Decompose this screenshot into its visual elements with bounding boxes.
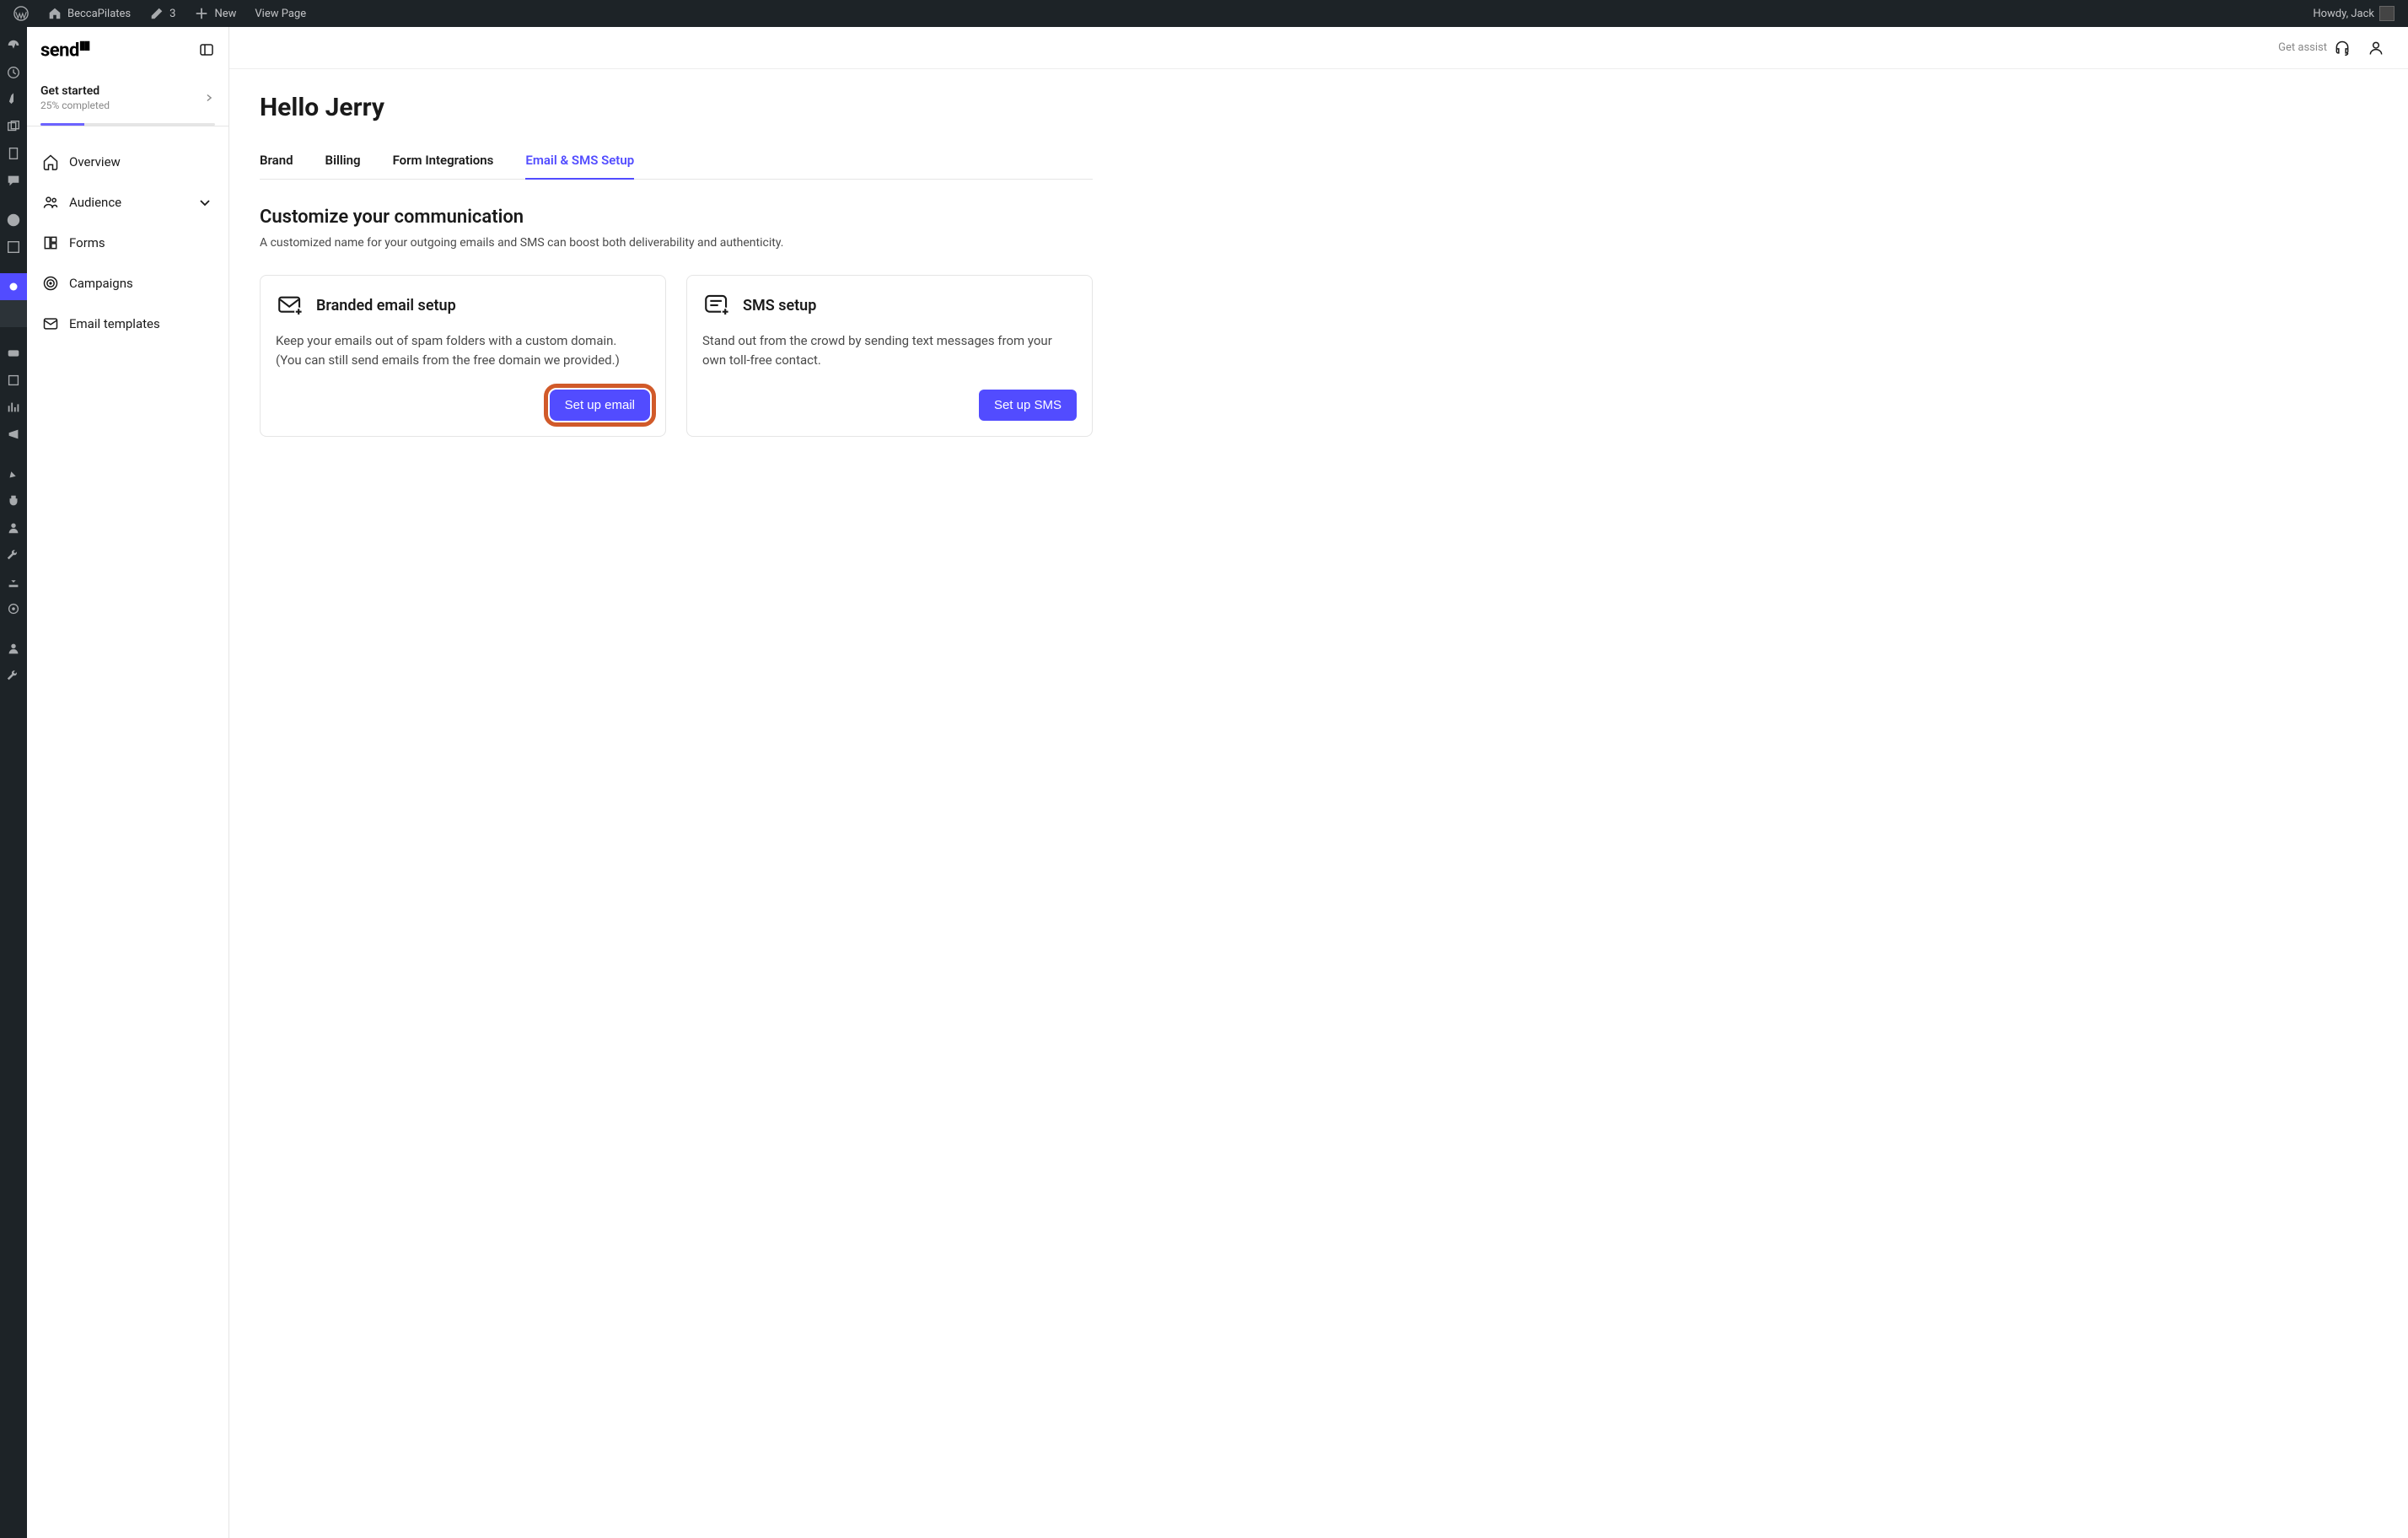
content-area: Get assist Hello Jerry Brand Billing For… [229,27,2408,1538]
wp-menu-plugins[interactable] [0,487,27,514]
wp-menu-profile[interactable] [0,635,27,662]
plus-icon [194,6,209,21]
content-topbar: Get assist [229,27,2408,69]
tab-brand[interactable]: Brand [260,143,293,180]
nav-overview[interactable]: Overview [34,142,222,182]
wp-menu-send-active[interactable] [0,273,27,300]
nav-email-templates[interactable]: Email templates [34,304,222,344]
get-started-subtitle: 25% completed [40,99,110,111]
chevron-down-icon [196,194,213,211]
sms-setup-card: SMS setup Stand out from the crowd by se… [686,275,1093,437]
nav-label: Audience [69,195,121,210]
tabs: Brand Billing Form Integrations Email & … [260,143,1093,180]
new-label: New [214,8,236,20]
nav-campaigns[interactable]: Campaigns [34,263,222,304]
nav-label: Forms [69,235,105,250]
card-body: Keep your emails out of spam folders wit… [276,331,650,369]
forms-icon [42,234,59,251]
nav-audience[interactable]: Audience [34,182,222,223]
edit-icon [149,6,164,21]
wp-logo[interactable] [7,0,35,27]
wp-admin-bar: BeccaPilates 3 New View Page Howdy, Jack [0,0,2408,27]
home-icon [42,153,59,170]
wp-menu-send-sub[interactable] [0,300,27,327]
wp-menu-pages[interactable] [0,140,27,167]
tab-billing[interactable]: Billing [325,143,361,180]
wp-site-link[interactable]: BeccaPilates [40,0,137,27]
wp-menu-analytics[interactable] [0,394,27,421]
wp-menu-import[interactable] [0,568,27,595]
tab-form-integrations[interactable]: Form Integrations [393,143,494,180]
wp-menu-collapse[interactable] [0,662,27,689]
wp-menu-comments[interactable] [0,167,27,194]
howdy-text: Howdy, Jack [2313,8,2374,20]
wp-menu-dashboard[interactable] [0,32,27,59]
users-icon [42,194,59,211]
wp-edit-link[interactable]: 3 [142,0,182,27]
wp-account-link[interactable]: Howdy, Jack [2306,0,2401,27]
headset-icon [2334,40,2351,56]
get-started-link[interactable]: Get started 25% completed [27,73,228,126]
nav-label: Overview [69,154,121,169]
progress-bar [40,123,215,126]
tab-email-sms-setup[interactable]: Email & SMS Setup [525,143,634,180]
setup-email-button[interactable]: Set up email [550,390,650,421]
wp-menu-elementor[interactable] [0,207,27,234]
wp-menu-appearance[interactable] [0,460,27,487]
wordpress-icon [13,6,29,21]
sms-plus-icon [702,291,731,320]
card-body: Stand out from the crowd by sending text… [702,331,1077,369]
wp-new-link[interactable]: New [187,0,243,27]
branded-email-card: Branded email setup Keep your emails out… [260,275,666,437]
panel-toggle-icon[interactable] [198,41,215,58]
section-title: Customize your communication [260,207,1093,228]
wp-menu-settings[interactable] [0,595,27,622]
card-title: Branded email setup [316,297,456,315]
wp-view-page[interactable]: View Page [248,0,313,27]
wp-menu-tools[interactable] [0,541,27,568]
get-assist-link[interactable]: Get assist [2278,40,2351,56]
target-icon [42,275,59,292]
chevron-right-icon [203,92,215,104]
wp-admin-menu [0,27,27,1538]
setup-sms-button[interactable]: Set up SMS [979,390,1077,421]
page-title: Hello Jerry [260,93,1093,122]
wp-menu-marketing[interactable] [0,421,27,448]
avatar-icon [2379,6,2395,21]
send-logo: send▮▮ [40,39,89,61]
section-subtitle: A customized name for your outgoing emai… [260,236,1093,250]
mail-icon [42,315,59,332]
card-title: SMS setup [743,297,816,315]
wp-menu-templates[interactable] [0,234,27,261]
nav-label: Email templates [69,316,160,331]
home-icon [47,6,62,21]
get-started-title: Get started [40,84,110,98]
wp-menu-users[interactable] [0,514,27,541]
nav-forms[interactable]: Forms [34,223,222,263]
wp-menu-posts[interactable] [0,86,27,113]
wp-menu-products[interactable] [0,367,27,394]
nav-label: Campaigns [69,276,133,291]
site-name: BeccaPilates [67,8,131,20]
edit-count: 3 [169,8,175,20]
wp-menu-updates[interactable] [0,59,27,86]
wp-menu-woo[interactable] [0,340,27,367]
send-sidebar: send▮▮ Get started 25% completed Overvie… [27,27,229,1538]
mail-plus-icon [276,291,304,320]
user-icon[interactable] [2368,40,2384,56]
wp-menu-media[interactable] [0,113,27,140]
